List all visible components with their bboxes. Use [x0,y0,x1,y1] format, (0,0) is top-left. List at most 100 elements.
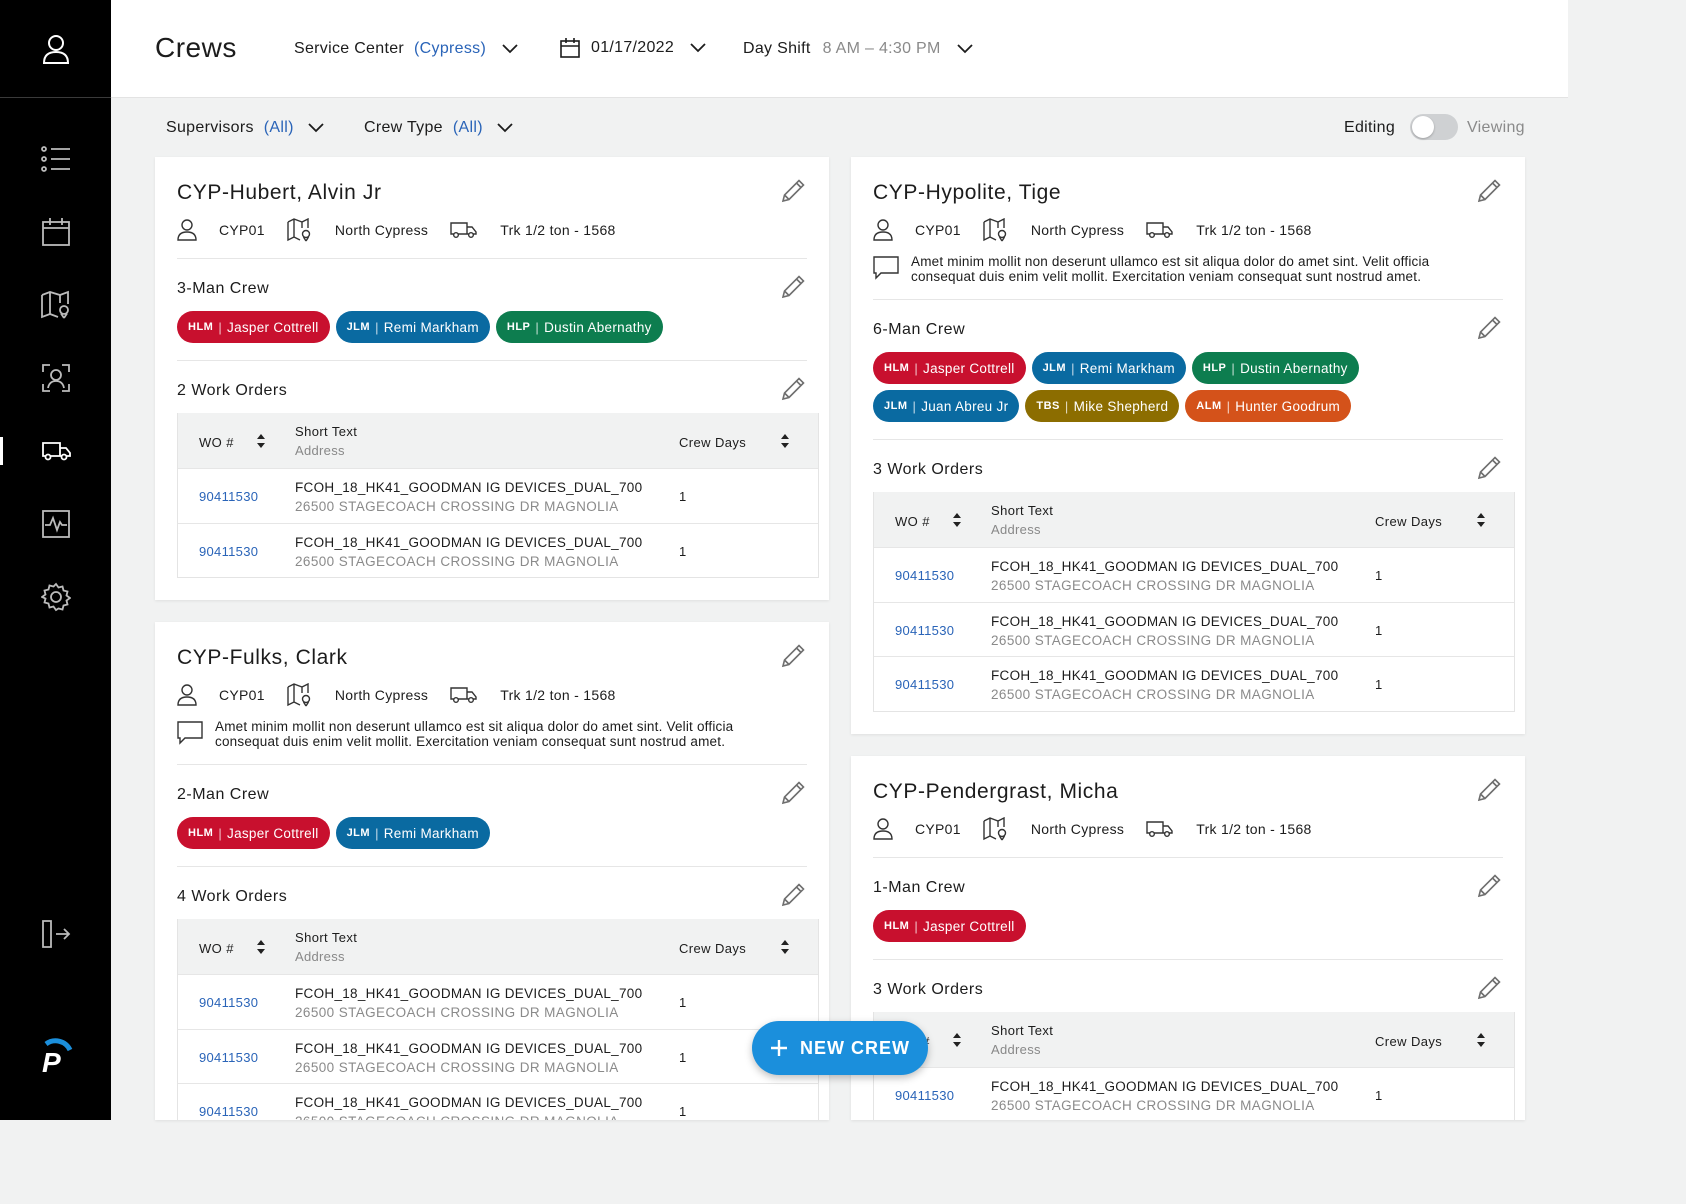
edit-members-pencil-icon[interactable] [1475,314,1503,342]
member-name: Jasper Cottrell [923,918,1015,934]
table-row[interactable]: 90411530 FCOH_18_HK41_GOODMAN IG DEVICES_… [874,547,1514,602]
table-row[interactable]: 90411530 FCOH_18_HK41_GOODMAN IG DEVICES_… [178,522,818,577]
edit-crew-pencil-icon[interactable] [779,642,807,670]
table-row[interactable]: 90411530 FCOH_18_HK41_GOODMAN IG DEVICES_… [178,974,818,1029]
chevron-down-icon [308,123,324,133]
edit-members-pencil-icon[interactable] [1475,872,1503,900]
sort-icon[interactable] [1476,513,1486,527]
column-header-crew-days[interactable]: Crew Days [679,435,746,450]
edit-crew-pencil-icon[interactable] [1475,177,1503,205]
edit-members-pencil-icon[interactable] [779,779,807,807]
edit-work-orders-pencil-icon[interactable] [1475,454,1503,482]
column-subheader-address: Address [295,949,345,964]
sidebar-item-face-scan[interactable] [0,350,111,406]
edit-view-toggle[interactable] [1410,114,1458,140]
sidebar-item-calendar[interactable] [0,204,111,260]
crew-member-pill[interactable]: HLM | Jasper Cottrell [177,311,330,343]
work-order-link[interactable]: 90411530 [895,568,954,583]
work-order-crew-days: 1 [1375,1088,1383,1103]
column-header-short-text[interactable]: Short Text [991,1023,1053,1038]
crew-member-pill[interactable]: JLM | Juan Abreu Jr [873,390,1020,422]
area-name-item: North Cypress [287,218,428,242]
sidebar-item-settings[interactable] [0,569,111,625]
column-header-wo[interactable]: WO # [199,941,234,956]
crew-member-pill[interactable]: HLP | Dustin Abernathy [495,311,663,343]
crew-type-filter[interactable]: Crew Type (All) [364,119,513,137]
column-header-crew-days[interactable]: Crew Days [1375,1034,1442,1049]
column-subheader-address: Address [295,443,345,458]
crew-name: CYP-Hubert, Alvin Jr [177,181,382,204]
crew-member-pill[interactable]: ALM | Hunter Goodrum [1185,390,1352,422]
table-row[interactable]: 90411530 FCOH_18_HK41_GOODMAN IG DEVICES_… [874,601,1514,656]
column-header-wo[interactable]: WO # [895,514,930,529]
crew-meta: CYP01 North Cypress Trk 1/2 ton - 1568 [873,817,1334,841]
edit-work-orders-pencil-icon[interactable] [1475,974,1503,1002]
column-header-crew-days[interactable]: Crew Days [1375,514,1442,529]
chevron-down-icon [957,44,973,54]
column-header-short-text[interactable]: Short Text [295,930,357,945]
column-header-wo[interactable]: WO # [199,435,234,450]
crew-member-pill[interactable]: TBS | Mike Shepherd [1025,390,1180,422]
supervisor-code: CYP01 [915,821,961,837]
work-order-link[interactable]: 90411530 [199,995,258,1010]
column-header-short-text[interactable]: Short Text [991,503,1053,518]
shift-dropdown[interactable]: Day Shift 8 AM – 4:30 PM [743,40,973,58]
service-center-dropdown[interactable]: Service Center (Cypress) [294,40,518,58]
work-order-link[interactable]: 90411530 [895,1088,954,1103]
work-order-link[interactable]: 90411530 [199,544,258,559]
sidebar-logout[interactable] [0,906,111,962]
sidebar-user-button[interactable] [0,0,111,98]
member-name: Mike Shepherd [1073,398,1169,414]
edit-crew-pencil-icon[interactable] [779,177,807,205]
edit-work-orders-pencil-icon[interactable] [779,375,807,403]
sidebar-item-list[interactable] [0,131,111,187]
table-row[interactable]: 90411530 FCOH_18_HK41_GOODMAN IG DEVICES_… [178,1028,818,1083]
sort-icon[interactable] [952,513,962,527]
crew-member-pill[interactable]: HLP | Dustin Abernathy [1191,352,1359,384]
crew-member-pill[interactable]: JLM | Remi Markham [1031,352,1186,384]
sidebar-item-activity[interactable] [0,496,111,552]
sidebar-item-map[interactable] [0,277,111,333]
edit-work-orders-pencil-icon[interactable] [779,881,807,909]
edit-members-pencil-icon[interactable] [779,273,807,301]
work-order-link[interactable]: 90411530 [199,1104,258,1119]
sidebar-item-crews[interactable] [0,423,111,479]
crew-member-pill[interactable]: JLM | Remi Markham [335,817,490,849]
work-order-link[interactable]: 90411530 [895,623,954,638]
work-order-crew-days: 1 [679,1104,687,1119]
member-name: Remi Markham [1079,360,1175,376]
sort-icon[interactable] [952,1033,962,1047]
table-row[interactable]: 90411530 FCOH_18_HK41_GOODMAN IG DEVICES_… [874,1067,1514,1120]
work-order-short-text: FCOH_18_HK41_GOODMAN IG DEVICES_DUAL_700 [991,613,1339,629]
sort-icon[interactable] [256,434,266,448]
sort-icon[interactable] [1476,1033,1486,1047]
sort-icon[interactable] [780,434,790,448]
sort-icon[interactable] [256,940,266,954]
crew-member-pill[interactable]: HLM | Jasper Cottrell [177,817,330,849]
work-order-link[interactable]: 90411530 [199,1050,258,1065]
work-order-link[interactable]: 90411530 [895,677,954,692]
chevron-down-icon [502,44,518,54]
work-order-link[interactable]: 90411530 [199,489,258,504]
column-header-crew-days[interactable]: Crew Days [679,941,746,956]
map-icon [287,683,323,707]
work-order-short-text: FCOH_18_HK41_GOODMAN IG DEVICES_DUAL_700 [295,1040,643,1056]
new-crew-button[interactable]: NEW CREW [752,1021,928,1075]
crew-member-pill[interactable]: HLM | Jasper Cottrell [873,352,1026,384]
work-order-address: 26500 STAGECOACH CROSSING DR MAGNOLIA [295,1005,619,1020]
table-row[interactable]: 90411530 FCOH_18_HK41_GOODMAN IG DEVICES_… [178,1083,818,1120]
crew-member-pill[interactable]: HLM | Jasper Cottrell [873,910,1026,942]
table-row[interactable]: 90411530 FCOH_18_HK41_GOODMAN IG DEVICES_… [874,656,1514,711]
work-order-address: 26500 STAGECOACH CROSSING DR MAGNOLIA [295,1059,619,1075]
work-order-short-text: FCOH_18_HK41_GOODMAN IG DEVICES_DUAL_700 [991,668,1339,683]
comment-icon [177,719,215,749]
edit-crew-pencil-icon[interactable] [1475,776,1503,804]
supervisors-filter[interactable]: Supervisors (All) [166,119,324,137]
crew-name: CYP-Pendergrast, Micha [873,780,1119,803]
date-picker[interactable]: 01/17/2022 [560,38,706,58]
column-header-short-text[interactable]: Short Text [295,424,357,439]
crew-member-pill[interactable]: JLM | Remi Markham [335,311,490,343]
sort-icon[interactable] [780,940,790,954]
table-row[interactable]: 90411530 FCOH_18_HK41_GOODMAN IG DEVICES_… [178,468,818,523]
pill-separator: | [218,319,223,335]
